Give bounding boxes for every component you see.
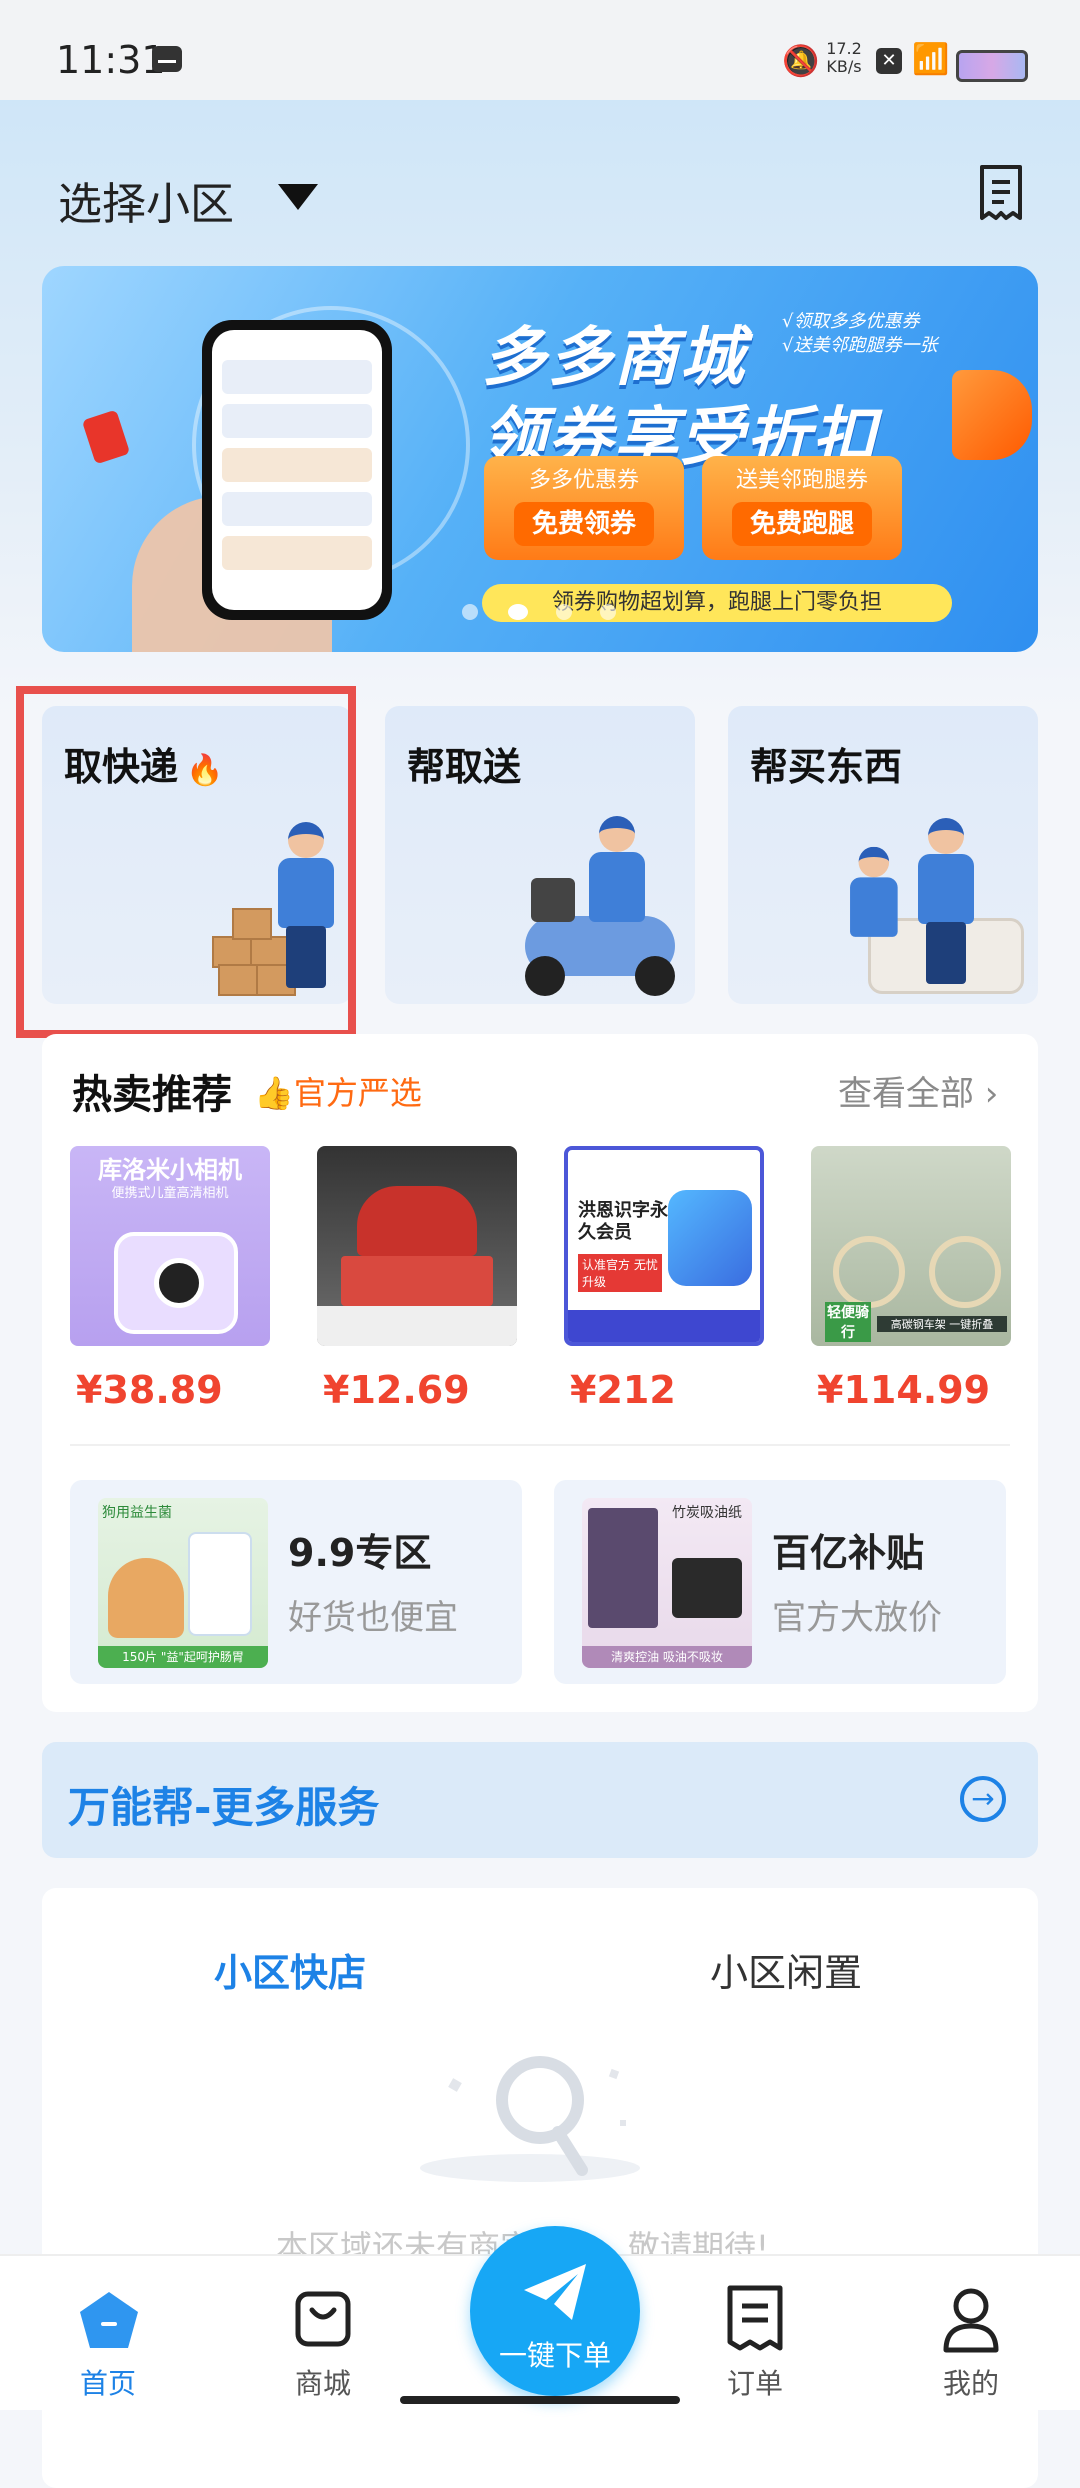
nav-mall-label[interactable]: 商城 bbox=[253, 2362, 393, 2402]
promo-banner[interactable]: 多多商城 √领取多多优惠券 √送美邻跑腿券一张 领券享受折扣 多多优惠券 免费领券… bbox=[42, 266, 1038, 652]
free-errand-button[interactable]: 免费跑腿 bbox=[732, 502, 872, 546]
battery-icon bbox=[956, 50, 1028, 82]
divider bbox=[70, 1444, 1010, 1446]
more-services-label: 万能帮-更多服务 bbox=[68, 1783, 380, 1832]
banner-note: √领取多多优惠券 √送美邻跑腿券一张 bbox=[782, 311, 938, 356]
home-icon[interactable] bbox=[76, 2288, 142, 2354]
view-all-link[interactable]: 查看全部 › bbox=[838, 1066, 998, 1115]
wifi-icon: 📶 bbox=[912, 42, 950, 77]
hot-recommend-title: 热卖推荐 bbox=[72, 1072, 232, 1118]
paper-plane-icon bbox=[524, 2264, 586, 2320]
carousel-dot bbox=[462, 604, 478, 620]
thumbs-up-icon: 👍 bbox=[254, 1074, 294, 1112]
shopping-bag-icon[interactable] bbox=[292, 2288, 354, 2350]
clerk-illustration bbox=[910, 818, 980, 988]
community-select[interactable]: 选择小区 bbox=[58, 168, 234, 232]
megaphone-icon bbox=[952, 370, 1032, 460]
promo-9-9-zone[interactable]: 狗用益生菌 150片 "益"起呵护肠胃 9.9专区 好货也便宜 bbox=[70, 1480, 522, 1684]
phone-screen bbox=[212, 330, 382, 610]
promo-image-probiotic: 狗用益生菌 150片 "益"起呵护肠胃 bbox=[98, 1498, 268, 1668]
tab-community-shop[interactable]: 小区快店 bbox=[214, 1942, 366, 1997]
service-buy-for-me[interactable]: 帮买东西 bbox=[728, 706, 1038, 1004]
coupon-card-duoduo[interactable]: 多多优惠券 免费领券 bbox=[484, 456, 684, 560]
product-image-blindbox[interactable] bbox=[317, 1146, 517, 1346]
service-deliver[interactable]: 帮取送 bbox=[385, 706, 695, 1004]
receipt-icon[interactable] bbox=[978, 164, 1024, 222]
carousel-dot-active bbox=[508, 604, 528, 620]
app-notification-icon: ✕ bbox=[876, 48, 902, 74]
tab-community-secondhand[interactable]: 小区闲置 bbox=[710, 1942, 862, 1997]
free-coupon-button[interactable]: 免费领券 bbox=[514, 502, 654, 546]
product-price: ¥114.99 bbox=[817, 1368, 991, 1412]
product-price: ¥38.89 bbox=[76, 1368, 223, 1412]
network-speed: 17.2 KB/s bbox=[826, 39, 862, 76]
order-now-button[interactable]: 一键下单 bbox=[470, 2226, 640, 2396]
product-image-camera[interactable]: 库洛米小相机 便携式儿童高清相机 bbox=[70, 1146, 270, 1346]
product-price: ¥12.69 bbox=[323, 1368, 470, 1412]
arrow-right-circle-icon[interactable]: → bbox=[960, 1776, 1006, 1822]
red-envelope-icon bbox=[81, 409, 131, 465]
banner-slogan: 领券购物超划算，跑腿上门零负担 bbox=[482, 584, 952, 622]
caret-down-icon[interactable] bbox=[278, 184, 318, 210]
nav-orders-label[interactable]: 订单 bbox=[685, 2362, 825, 2402]
home-indicator bbox=[400, 2396, 680, 2404]
rider-illustration bbox=[581, 816, 651, 986]
promo-billion-subsidy[interactable]: 竹炭吸油纸 清爽控油 吸油不吸妆 百亿补贴 官方大放价 bbox=[554, 1480, 1006, 1684]
orders-icon[interactable] bbox=[724, 2284, 786, 2354]
empty-search-icon bbox=[420, 2056, 640, 2182]
user-icon[interactable] bbox=[940, 2286, 1002, 2354]
product-image-bicycle[interactable]: 轻便骑行 高碳钢车架 一键折叠 bbox=[811, 1146, 1011, 1346]
official-selection-badge: 👍官方严选 bbox=[254, 1074, 422, 1112]
carousel-dot bbox=[600, 604, 616, 620]
nav-home-label[interactable]: 首页 bbox=[38, 2362, 178, 2402]
product-price: ¥212 bbox=[570, 1368, 676, 1412]
status-time: 11:31 bbox=[56, 38, 166, 82]
coupon-card-errand[interactable]: 送美邻跑腿券 免费跑腿 bbox=[702, 456, 902, 560]
mute-bell-icon: 🔕 bbox=[782, 44, 820, 79]
selection-highlight bbox=[16, 686, 356, 1038]
banner-title: 多多商城 bbox=[482, 321, 746, 395]
nav-mine-label[interactable]: 我的 bbox=[901, 2362, 1041, 2402]
message-notification-icon bbox=[152, 46, 182, 72]
promo-image-oil-paper: 竹炭吸油纸 清爽控油 吸油不吸妆 bbox=[582, 1498, 752, 1668]
product-image-hongen[interactable]: 洪恩识字永久会员 认准官方 无忧升级 bbox=[564, 1146, 764, 1346]
customer-illustration bbox=[843, 846, 903, 992]
carousel-dot bbox=[556, 604, 572, 620]
